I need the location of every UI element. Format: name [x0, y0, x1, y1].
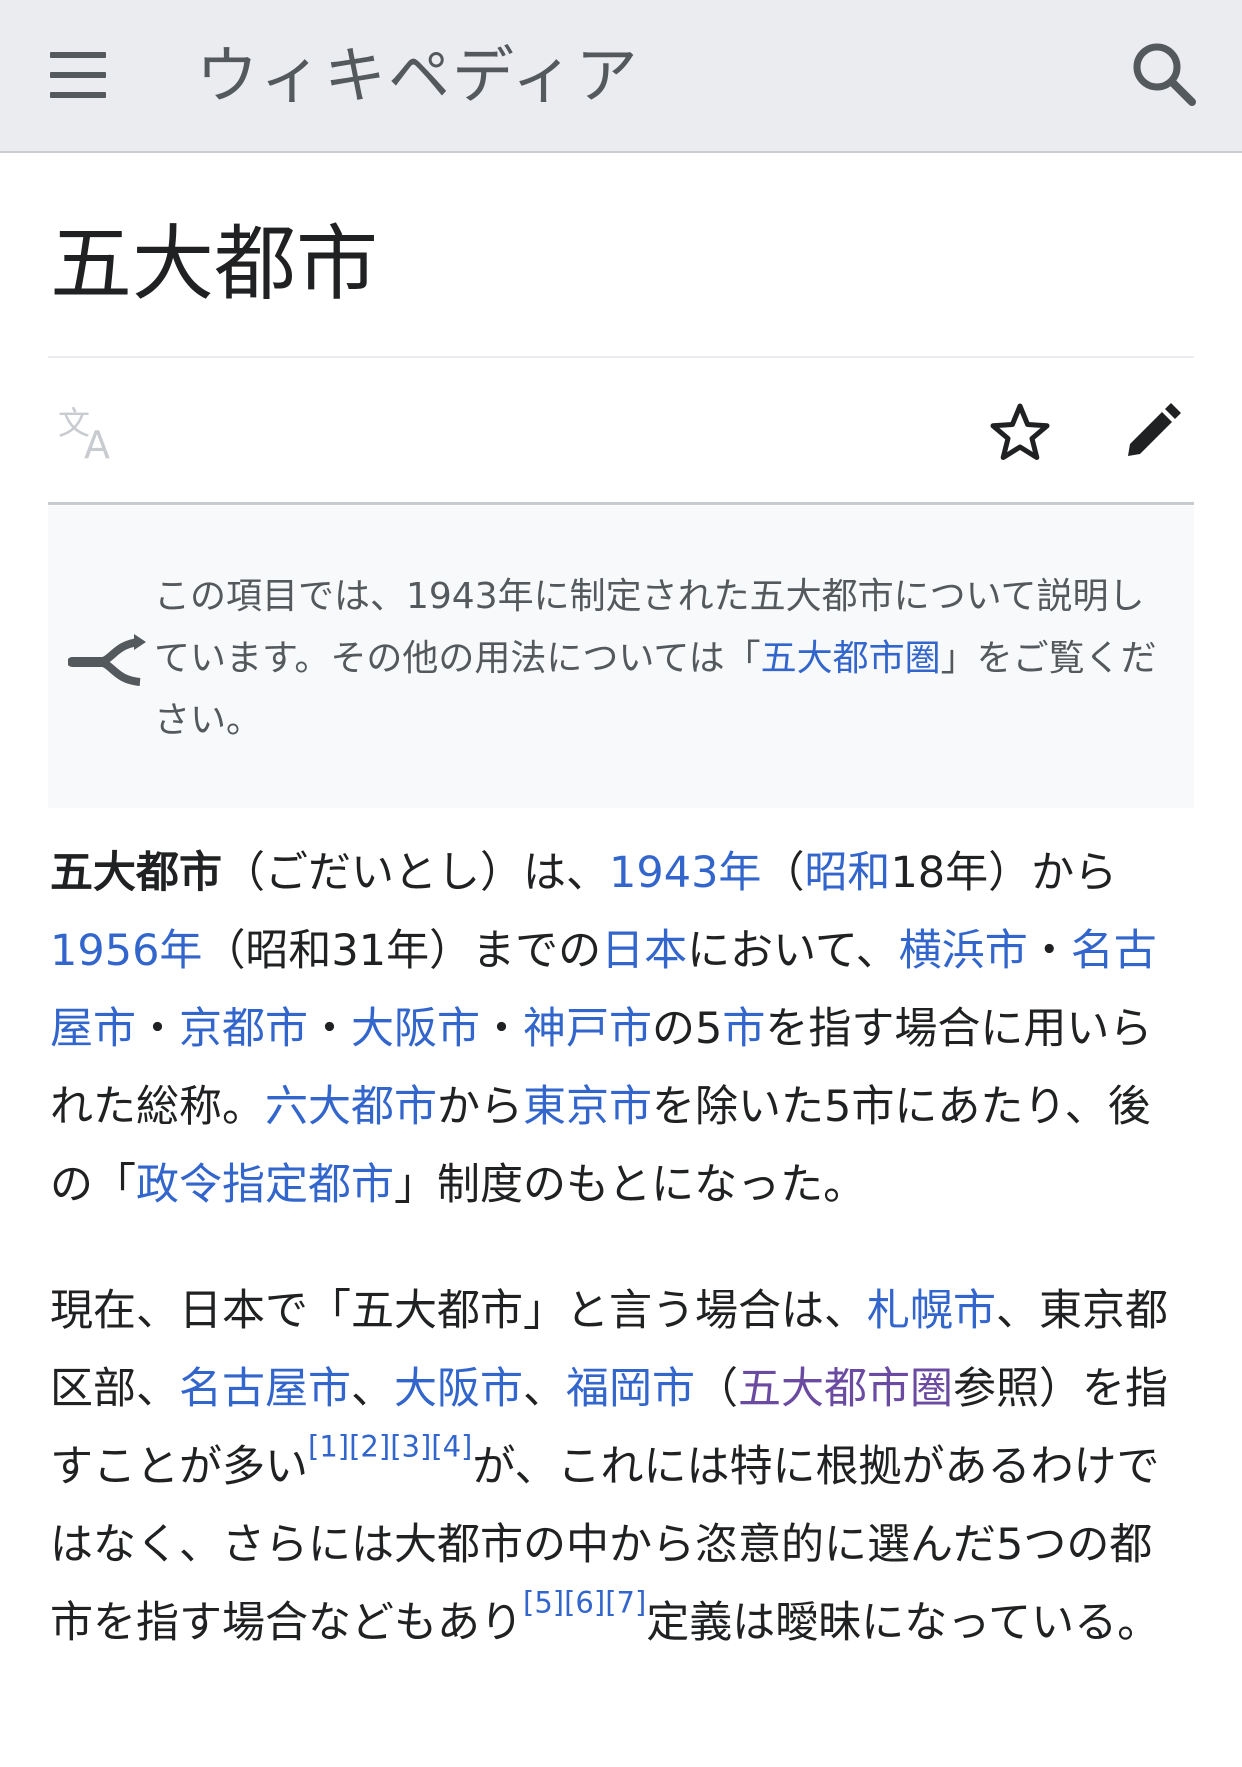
link-gotai-toshiken-2[interactable]: 五大都市圏: [738, 1364, 953, 1414]
link-designated-city[interactable]: 政令指定都市: [136, 1160, 394, 1210]
link-fukuoka[interactable]: 福岡市: [566, 1364, 695, 1414]
link-osaka[interactable]: 大阪市: [351, 1004, 480, 1054]
link-japan[interactable]: 日本: [601, 926, 687, 976]
search-icon[interactable]: [1130, 40, 1198, 108]
hatnote-box: この項目では、1943年に制定された五大都市について説明しています。その他の用法…: [48, 506, 1194, 808]
link-nagoya-2[interactable]: 名古屋市: [179, 1364, 351, 1414]
language-icon[interactable]: 文 A: [56, 400, 126, 462]
ref-7[interactable]: [7]: [605, 1585, 646, 1619]
link-six-cities[interactable]: 六大都市: [265, 1082, 437, 1132]
bold-term: 五大都市: [50, 848, 222, 898]
actions-divider: [48, 502, 1194, 505]
menu-icon[interactable]: [50, 52, 106, 98]
watch-star-icon[interactable]: [988, 400, 1052, 464]
ref-4[interactable]: [4]: [431, 1429, 472, 1463]
link-kobe[interactable]: 神戸市: [523, 1004, 652, 1054]
link-sapporo[interactable]: 札幌市: [867, 1286, 996, 1336]
hatnote-text: この項目では、1943年に制定された五大都市について説明しています。その他の用法…: [154, 576, 1157, 741]
page-title: 五大都市: [50, 217, 379, 312]
edit-pencil-icon[interactable]: [1120, 400, 1184, 464]
ref-6[interactable]: [6]: [564, 1585, 605, 1619]
disambiguation-icon: [68, 634, 146, 686]
link-osaka-2[interactable]: 大阪市: [394, 1364, 523, 1414]
link-yokohama[interactable]: 横浜市: [899, 926, 1028, 976]
lead-paragraph: 五大都市（ごだいとし）は、1943年（昭和18年）から1956年（昭和31年）ま…: [50, 848, 1157, 1210]
second-paragraph: 現在、日本で「五大都市」と言う場合は、札幌市、東京都区部、名古屋市、大阪市、福岡…: [50, 1286, 1168, 1648]
ref-1[interactable]: [1]: [308, 1429, 349, 1463]
ref-2[interactable]: [2]: [349, 1429, 390, 1463]
link-shi[interactable]: 市: [722, 1004, 765, 1054]
link-1943[interactable]: 1943年: [609, 848, 761, 898]
link-kyoto[interactable]: 京都市: [179, 1004, 308, 1054]
ref-5[interactable]: [5]: [523, 1585, 564, 1619]
title-divider: [48, 356, 1194, 358]
svg-text:A: A: [84, 423, 110, 462]
link-1956[interactable]: 1956年: [50, 926, 202, 976]
link-gotai-toshiken[interactable]: 五大都市圏: [761, 638, 941, 679]
link-showa[interactable]: 昭和: [804, 848, 890, 898]
ref-3[interactable]: [3]: [390, 1429, 431, 1463]
link-tokyo-city[interactable]: 東京市: [523, 1082, 652, 1132]
site-wordmark[interactable]: ウィキペディア: [196, 36, 640, 116]
header-bar: ウィキペディア: [0, 0, 1242, 153]
